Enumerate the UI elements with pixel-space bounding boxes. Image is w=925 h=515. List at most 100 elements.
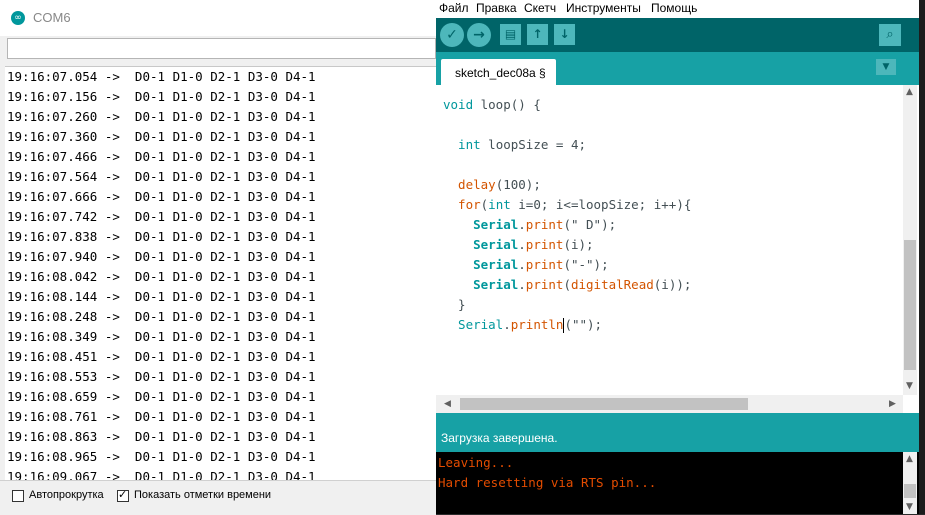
editor-vscroll-thumb[interactable] bbox=[904, 240, 916, 370]
code-token: . bbox=[518, 237, 526, 252]
code-token: (100); bbox=[495, 177, 541, 192]
code-line: } bbox=[443, 297, 466, 312]
code-token: (i)); bbox=[653, 277, 692, 292]
console-scroll-up-icon[interactable]: ▲ bbox=[906, 454, 913, 464]
serial-monitor-button[interactable]: ⌕ bbox=[879, 24, 901, 46]
code-token: loop() { bbox=[473, 97, 541, 112]
serial-line: 19:16:08.965 -> D0-1 D1-0 D2-1 D3-0 D4-1 bbox=[7, 449, 316, 464]
serial-titlebar: ∞ COM6 bbox=[0, 0, 436, 36]
code-token: void bbox=[443, 97, 474, 112]
code-token: ( bbox=[563, 277, 571, 292]
ide-window: Файл Правка Скетч Инструменты Помощь ✓ →… bbox=[436, 0, 919, 514]
code-token: int bbox=[488, 197, 511, 212]
editor-hscroll-thumb[interactable] bbox=[460, 398, 748, 410]
autoscroll-label: Автопрокрутка bbox=[29, 489, 104, 501]
code-editor[interactable]: void loop() { int loopSize = 4; delay(10… bbox=[436, 85, 919, 413]
code-token: int bbox=[443, 137, 481, 152]
scroll-up-icon[interactable]: ▲ bbox=[906, 87, 913, 97]
serial-line: 19:16:07.054 -> D0-1 D1-0 D2-1 D3-0 D4-1 bbox=[7, 69, 316, 84]
serial-line: 19:16:08.144 -> D0-1 D1-0 D2-1 D3-0 D4-1 bbox=[7, 289, 316, 304]
tab-bar: sketch_dec08a § ▼ bbox=[436, 52, 919, 85]
serial-line: 19:16:07.838 -> D0-1 D1-0 D2-1 D3-0 D4-1 bbox=[7, 229, 316, 244]
serial-line: 19:16:07.156 -> D0-1 D1-0 D2-1 D3-0 D4-1 bbox=[7, 89, 316, 104]
upload-button[interactable]: → bbox=[467, 23, 491, 47]
scroll-left-icon[interactable]: ◀ bbox=[444, 399, 451, 409]
serial-line: 19:16:08.659 -> D0-1 D1-0 D2-1 D3-0 D4-1 bbox=[7, 389, 316, 404]
code-token: Serial bbox=[443, 217, 519, 232]
console-line: Hard resetting via RTS pin... bbox=[438, 475, 657, 490]
code-token: print bbox=[525, 257, 564, 272]
toolbar: ✓ → ▤ ↑ ↓ ⌕ bbox=[436, 18, 919, 52]
code-token: digitalRead bbox=[570, 277, 654, 292]
serial-line: 19:16:07.360 -> D0-1 D1-0 D2-1 D3-0 D4-1 bbox=[7, 129, 316, 144]
show-timestamps-label: Показать отметки времени bbox=[134, 489, 272, 501]
serial-line: 19:16:07.260 -> D0-1 D1-0 D2-1 D3-0 D4-1 bbox=[7, 109, 316, 124]
serial-line: 19:16:07.940 -> D0-1 D1-0 D2-1 D3-0 D4-1 bbox=[7, 249, 316, 264]
desktop-background bbox=[919, 0, 925, 514]
console-output: Leaving... Hard resetting via RTS pin...… bbox=[436, 452, 919, 514]
code-token: print bbox=[525, 237, 564, 252]
menu-edit[interactable]: Правка bbox=[476, 1, 517, 15]
menu-file[interactable]: Файл bbox=[439, 1, 469, 15]
code-token: (i); bbox=[563, 237, 594, 252]
editor-vertical-scrollbar[interactable]: ▲ ▼ bbox=[903, 85, 917, 395]
code-token: . bbox=[518, 277, 526, 292]
menu-tools[interactable]: Инструменты bbox=[566, 1, 641, 15]
serial-line: 19:16:08.248 -> D0-1 D1-0 D2-1 D3-0 D4-1 bbox=[7, 309, 316, 324]
code-line: delay(100); bbox=[443, 175, 541, 195]
code-token: Serial bbox=[443, 317, 504, 332]
serial-line: 19:16:08.761 -> D0-1 D1-0 D2-1 D3-0 D4-1 bbox=[7, 409, 316, 424]
tab-sketch-label: sketch_dec08a § bbox=[455, 66, 546, 80]
code-token: (""); bbox=[564, 317, 603, 332]
new-sketch-button[interactable]: ▤ bbox=[500, 24, 521, 45]
serial-output: 19:16:07.054 -> D0-1 D1-0 D2-1 D3-0 D4-1… bbox=[5, 66, 436, 480]
autoscroll-checkbox[interactable] bbox=[12, 490, 24, 502]
code-token: . bbox=[518, 217, 526, 232]
verify-button[interactable]: ✓ bbox=[440, 23, 464, 47]
code-line: Serial.print(" D"); bbox=[443, 215, 616, 235]
editor-horizontal-scrollbar[interactable]: ◀ ▶ bbox=[436, 395, 903, 413]
code-token: for bbox=[443, 197, 481, 212]
serial-line: 19:16:07.666 -> D0-1 D1-0 D2-1 D3-0 D4-1 bbox=[7, 189, 316, 204]
serial-line: 19:16:07.466 -> D0-1 D1-0 D2-1 D3-0 D4-1 bbox=[7, 149, 316, 164]
console-line: Leaving... bbox=[438, 455, 514, 470]
open-sketch-button[interactable]: ↑ bbox=[527, 24, 548, 45]
code-token: i=0; i<=loopSize; i++){ bbox=[510, 197, 692, 212]
serial-line: 19:16:08.863 -> D0-1 D1-0 D2-1 D3-0 D4-1 bbox=[7, 429, 316, 444]
tab-sketch[interactable]: sketch_dec08a § bbox=[441, 59, 556, 85]
serial-line: 19:16:08.042 -> D0-1 D1-0 D2-1 D3-0 D4-1 bbox=[7, 269, 316, 284]
code-token: print bbox=[525, 277, 564, 292]
serial-line: 19:16:07.564 -> D0-1 D1-0 D2-1 D3-0 D4-1 bbox=[7, 169, 316, 184]
serial-line: 19:16:07.742 -> D0-1 D1-0 D2-1 D3-0 D4-1 bbox=[7, 209, 316, 224]
code-line: Serial.print("-"); bbox=[443, 255, 609, 275]
code-token: Serial bbox=[443, 237, 519, 252]
show-timestamps-checkbox[interactable] bbox=[117, 488, 129, 502]
console-scroll-thumb[interactable] bbox=[904, 484, 916, 498]
serial-line: 19:16:08.349 -> D0-1 D1-0 D2-1 D3-0 D4-1 bbox=[7, 329, 316, 344]
code-token: . bbox=[518, 257, 526, 272]
code-line: Serial.print(digitalRead(i)); bbox=[443, 275, 691, 295]
scroll-down-icon[interactable]: ▼ bbox=[906, 381, 913, 391]
menu-sketch[interactable]: Скетч bbox=[524, 1, 556, 15]
code-line: int loopSize = 4; bbox=[443, 135, 586, 155]
code-line: Serial.println(""); bbox=[443, 315, 602, 335]
serial-line: 19:16:08.553 -> D0-1 D1-0 D2-1 D3-0 D4-1 bbox=[7, 369, 316, 384]
code-token: println bbox=[510, 317, 564, 332]
code-token: print bbox=[525, 217, 564, 232]
scroll-right-icon[interactable]: ▶ bbox=[889, 399, 896, 409]
code-line: for(int i=0; i<=loopSize; i++){ bbox=[443, 195, 691, 215]
serial-bottom-bar: Автопрокрутка Показать отметки времени bbox=[0, 480, 436, 515]
save-sketch-button[interactable]: ↓ bbox=[554, 24, 575, 45]
serial-line: 19:16:08.451 -> D0-1 D1-0 D2-1 D3-0 D4-1 bbox=[7, 349, 316, 364]
code-token: (" D"); bbox=[563, 217, 617, 232]
code-token: . bbox=[503, 317, 511, 332]
tab-menu-button[interactable]: ▼ bbox=[876, 59, 896, 75]
console-scrollbar[interactable]: ▲ ▼ bbox=[903, 452, 917, 514]
code-token: Serial bbox=[443, 277, 519, 292]
serial-send-input[interactable] bbox=[7, 38, 436, 59]
code-token: loopSize = 4; bbox=[480, 137, 586, 152]
console-scroll-down-icon[interactable]: ▼ bbox=[906, 502, 913, 512]
code-line: Serial.print(i); bbox=[443, 235, 594, 255]
menu-help[interactable]: Помощь bbox=[651, 1, 697, 15]
serial-line: 19:16:09.067 -> D0-1 D1-0 D2-1 D3-0 D4-1 bbox=[7, 469, 316, 480]
